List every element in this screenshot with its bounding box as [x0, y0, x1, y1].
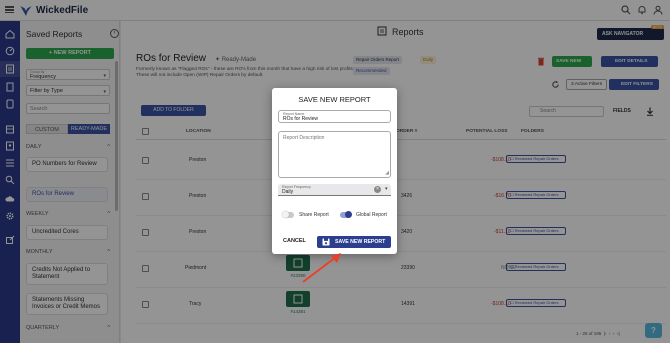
cancel-button[interactable]: CANCEL	[283, 238, 306, 244]
floppy-disk-icon	[322, 238, 330, 246]
dialog-title: SAVE NEW REPORT	[298, 95, 371, 104]
global-report-label: Global Report	[356, 212, 387, 218]
save-new-report-button[interactable]: SAVE NEW REPORT	[317, 236, 391, 248]
save-new-report-label: SAVE NEW REPORT	[335, 239, 386, 245]
report-description-placeholder: Report Description	[283, 135, 325, 141]
save-new-report-dialog: SAVE NEW REPORT Report Name ROs for Revi…	[272, 88, 397, 254]
toggle-knob	[345, 211, 352, 218]
global-report-toggle[interactable]	[340, 211, 352, 218]
share-report-toggle[interactable]	[282, 211, 294, 218]
report-description-field[interactable]: Report Description ◢	[278, 131, 391, 178]
toggle-knob	[282, 211, 289, 218]
report-frequency-select[interactable]: Report Frequency Daily × ▾	[278, 184, 391, 196]
chevron-down-icon[interactable]: ▾	[385, 186, 388, 192]
clear-icon[interactable]: ×	[374, 186, 381, 193]
report-frequency-value: Daily	[282, 189, 294, 195]
resize-handle-icon[interactable]: ◢	[385, 170, 389, 176]
report-name-value: ROs for Review	[283, 116, 319, 122]
share-report-label: Share Report	[299, 212, 329, 218]
report-name-field[interactable]: Report Name ROs for Review	[278, 110, 391, 123]
red-arrow-annotation	[302, 253, 341, 283]
